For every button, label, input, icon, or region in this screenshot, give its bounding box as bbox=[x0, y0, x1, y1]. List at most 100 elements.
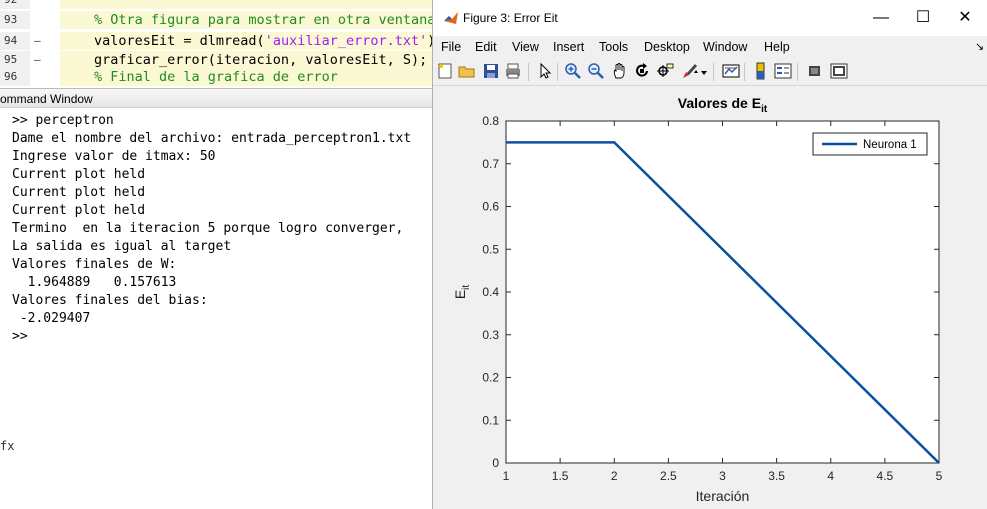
command-output-line: Current plot held bbox=[12, 167, 146, 182]
code-token: valoresEit = dlmread( bbox=[94, 33, 265, 49]
code-text[interactable]: graficar_error(iteracion, valoresEit, S)… bbox=[60, 51, 432, 69]
code-string: 'auxiliar_error.txt' bbox=[264, 33, 428, 49]
toolbar-separator bbox=[528, 63, 529, 81]
breakpoint-marker[interactable] bbox=[34, 0, 54, 9]
figure-window: Figure 3: Error Eit — ☐ ✕ File Edit View In… bbox=[432, 0, 987, 509]
x-tick-label: 1 bbox=[503, 469, 510, 483]
x-tick-label: 4 bbox=[827, 469, 834, 483]
menu-insert[interactable]: Insert bbox=[553, 36, 584, 58]
breakpoint-marker[interactable]: – bbox=[34, 51, 54, 69]
code-editor[interactable]: 92 93 % Otra figura para mostrar en otra v… bbox=[0, 0, 432, 86]
zoom-out-icon[interactable] bbox=[587, 62, 605, 80]
x-tick-label: 1.5 bbox=[552, 469, 569, 483]
y-tick-label: 0.6 bbox=[482, 200, 499, 214]
breakpoint-marker[interactable] bbox=[34, 68, 54, 86]
new-figure-icon[interactable] bbox=[436, 62, 454, 80]
editor-line[interactable]: 94– valoresEit = dlmread('auxiliar_error.… bbox=[0, 32, 432, 50]
y-tick-label: 0.7 bbox=[482, 157, 499, 171]
toolbar-separator bbox=[557, 63, 558, 81]
hide-plot-tools-icon[interactable] bbox=[806, 62, 824, 80]
colorbar-icon[interactable] bbox=[752, 62, 770, 80]
x-tick-label: 3 bbox=[719, 469, 726, 483]
matlab-icon bbox=[444, 12, 458, 24]
legend-icon[interactable] bbox=[774, 62, 792, 80]
x-tick-label: 5 bbox=[936, 469, 943, 483]
command-output-line: -2.029407 bbox=[12, 311, 91, 326]
chart[interactable]: 1 1.5 2 2.5 3 3.5 4 4.5 5 0 0.1 0.2 0.3 0.4 0.5 0.6 0.7 0… bbox=[433, 86, 987, 509]
editor-line[interactable]: 96 % Final de la grafica de error bbox=[0, 68, 432, 86]
command-window[interactable]: fx >> perceptron Dame el nombre del archi… bbox=[0, 109, 432, 509]
menu-overflow-arrow[interactable]: ↘ bbox=[975, 36, 984, 58]
figure-menu-bar: File Edit View Insert Tools Desktop Window Help… bbox=[433, 36, 987, 58]
line-number: 92 bbox=[0, 0, 30, 9]
editor-line[interactable]: 95– graficar_error(iteracion, valoresEit,… bbox=[0, 51, 432, 69]
y-axis-label: Eit bbox=[452, 285, 472, 300]
code-comment: % Otra figura para mostrar en otra venta… bbox=[94, 12, 432, 28]
save-icon[interactable] bbox=[482, 62, 500, 80]
menu-tools[interactable]: Tools bbox=[599, 36, 628, 58]
chart-title: Valores de Eit bbox=[678, 95, 768, 115]
x-axis-label: Iteración bbox=[696, 488, 750, 504]
menu-window[interactable]: Window bbox=[703, 36, 747, 58]
minimize-button[interactable]: — bbox=[858, 0, 904, 36]
editor-line[interactable]: 93 % Otra figura para mostrar en otra ven… bbox=[0, 11, 432, 29]
command-output-line: Valores finales del bias: bbox=[12, 293, 208, 308]
maximize-button[interactable]: ☐ bbox=[900, 0, 946, 36]
code-text[interactable]: % Final de la grafica de error bbox=[60, 68, 432, 86]
editor-line[interactable]: 92 bbox=[0, 0, 432, 9]
close-button[interactable]: ✕ bbox=[942, 0, 987, 36]
toolbar-separator bbox=[713, 63, 714, 81]
rotate-icon[interactable] bbox=[633, 62, 651, 80]
x-tick-label: 3.5 bbox=[768, 469, 785, 483]
print-icon[interactable] bbox=[504, 62, 522, 80]
menu-file[interactable]: File bbox=[441, 36, 461, 58]
figure-toolbar bbox=[433, 58, 987, 86]
code-comment: % Final de la grafica de error bbox=[94, 69, 338, 85]
axes-background[interactable] bbox=[506, 121, 939, 463]
pan-icon[interactable] bbox=[611, 62, 629, 80]
y-tick-label: 0.5 bbox=[482, 242, 499, 256]
line-number: 96 bbox=[0, 68, 30, 86]
zoom-in-icon[interactable] bbox=[564, 62, 582, 80]
code-text[interactable]: valoresEit = dlmread('auxiliar_error.txt… bbox=[60, 32, 432, 50]
line-number: 93 bbox=[0, 11, 30, 29]
pointer-icon[interactable] bbox=[536, 62, 554, 80]
data-cursor-icon[interactable] bbox=[656, 62, 674, 80]
x-tick-label: 4.5 bbox=[877, 469, 894, 483]
open-file-icon[interactable] bbox=[458, 62, 476, 80]
menu-help[interactable]: Help bbox=[764, 36, 790, 58]
code-token: graficar_error(iteracion, valoresEit, S)… bbox=[94, 52, 428, 68]
command-output-line: Ingrese valor de itmax: 50 bbox=[12, 149, 216, 164]
brush-dropdown-icon[interactable] bbox=[701, 71, 707, 75]
y-tick-label: 0 bbox=[492, 456, 499, 470]
code-text[interactable]: % Otra figura para mostrar en otra venta… bbox=[60, 11, 432, 29]
x-tick-label: 2 bbox=[611, 469, 618, 483]
link-plot-icon[interactable] bbox=[722, 62, 740, 80]
toolbar-separator bbox=[744, 63, 745, 81]
legend-label: Neurona 1 bbox=[863, 139, 917, 151]
breakpoint-marker[interactable]: – bbox=[34, 32, 54, 50]
plot-area[interactable]: 1 1.5 2 2.5 3 3.5 4 4.5 5 0 0.1 0.2 0.3 0.4 0.5 0.6 0.7 0… bbox=[433, 86, 987, 509]
menu-desktop[interactable]: Desktop bbox=[644, 36, 690, 58]
function-browser-icon[interactable]: fx bbox=[0, 439, 14, 453]
command-output-line: Dame el nombre del archivo: entrada_perc… bbox=[12, 131, 412, 146]
y-tick-label: 0.1 bbox=[482, 413, 499, 427]
show-plot-tools-icon[interactable] bbox=[830, 62, 848, 80]
command-output-line: >> perceptron bbox=[12, 113, 114, 128]
menu-view[interactable]: View bbox=[512, 36, 539, 58]
menu-edit[interactable]: Edit bbox=[475, 36, 497, 58]
command-window-title: ommand Window bbox=[0, 88, 432, 108]
command-output-line: Valores finales de W: bbox=[12, 257, 177, 272]
command-output-line: Current plot held bbox=[12, 203, 146, 218]
line-number: 95 bbox=[0, 51, 30, 69]
y-tick-label: 0.8 bbox=[482, 114, 499, 128]
breakpoint-marker[interactable] bbox=[34, 11, 54, 29]
code-text[interactable] bbox=[60, 0, 432, 9]
figure-title-bar[interactable]: Figure 3: Error Eit — ☐ ✕ bbox=[433, 0, 987, 36]
figure-title: Figure 3: Error Eit bbox=[463, 11, 558, 25]
command-prompt[interactable]: >> bbox=[12, 328, 28, 346]
command-output-line: La salida es igual al target bbox=[12, 239, 232, 254]
command-output-line: Current plot held bbox=[12, 185, 146, 200]
y-tick-label: 0.2 bbox=[482, 371, 499, 385]
brush-icon[interactable] bbox=[680, 62, 698, 80]
